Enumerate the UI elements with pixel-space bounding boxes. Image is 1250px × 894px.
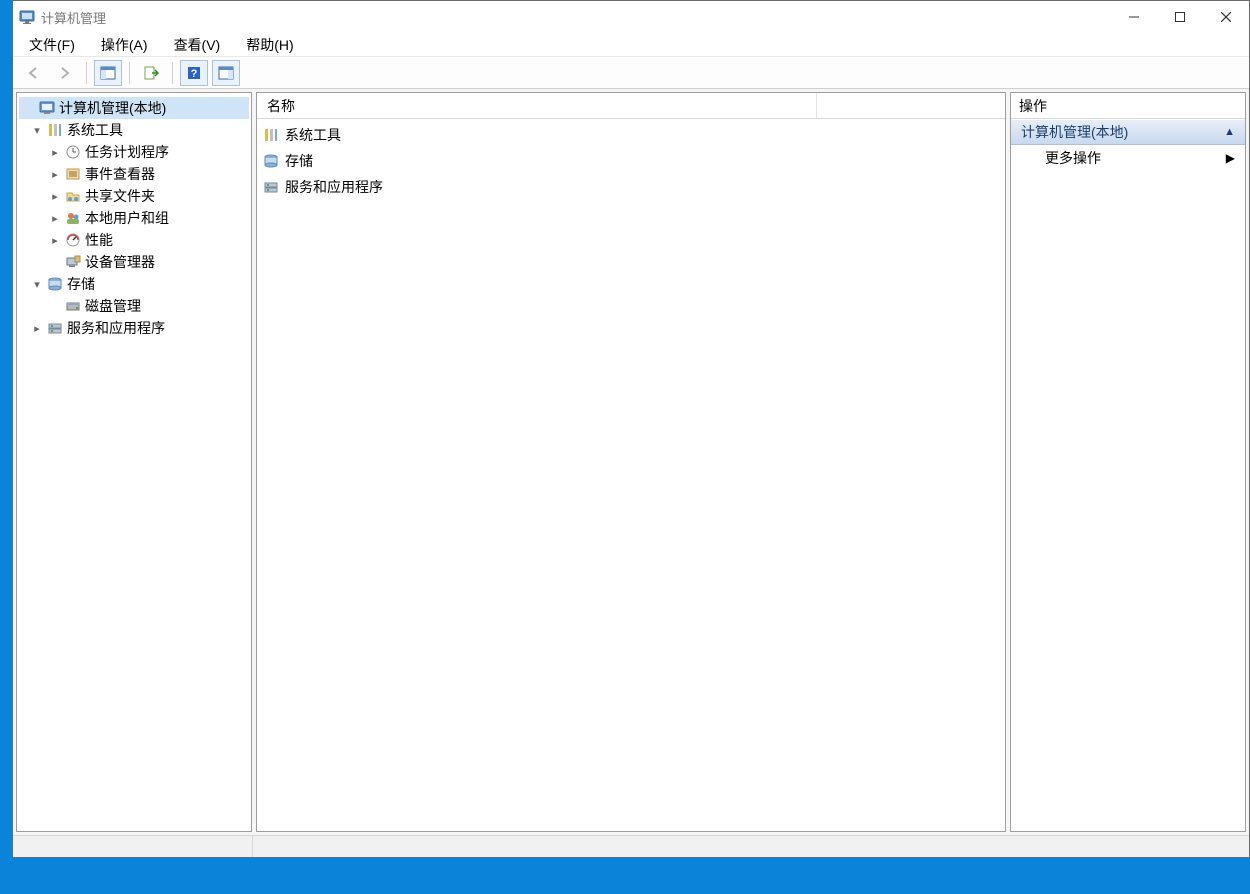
tree-node-label: 设备管理器 — [85, 252, 155, 272]
column-header-name[interactable]: 名称 — [257, 93, 817, 118]
chevron-right-icon[interactable]: ▸ — [49, 168, 61, 181]
window-title: 计算机管理 — [41, 8, 106, 27]
tree-node-root[interactable]: 计算机管理(本地) — [19, 97, 249, 119]
tree-node-label: 任务计划程序 — [85, 142, 169, 162]
chevron-right-icon[interactable]: ▸ — [49, 190, 61, 203]
tree-node-label: 服务和应用程序 — [67, 318, 165, 338]
menubar: 文件(F) 操作(A) 查看(V) 帮助(H) — [13, 33, 1249, 57]
system-tools-icon — [263, 127, 279, 143]
disk-management-icon — [65, 298, 81, 314]
services-apps-icon — [47, 320, 63, 336]
system-tools-icon — [47, 122, 63, 138]
storage-icon — [47, 276, 63, 292]
back-button[interactable] — [19, 60, 47, 86]
tree-node-label: 事件查看器 — [85, 164, 155, 184]
list-body[interactable]: 系统工具 存储 服务和应用程序 — [257, 119, 1005, 831]
desktop-left-edge: 费 … — [0, 0, 12, 894]
tree-node-label: 磁盘管理 — [85, 296, 141, 316]
list-item-system-tools[interactable]: 系统工具 — [261, 122, 1001, 148]
toolbar: ? — [13, 57, 1249, 89]
list-panel: 名称 系统工具 存储 — [256, 92, 1006, 832]
help-button[interactable]: ? — [180, 60, 208, 86]
list-item-label: 服务和应用程序 — [285, 177, 383, 197]
list-item-label: 存储 — [285, 151, 313, 171]
tree-node-services-apps[interactable]: ▸ 服务和应用程序 — [19, 317, 249, 339]
main-window: 计算机管理 文件(F) 操作(A) 查看(V) 帮助(H) — [12, 0, 1250, 858]
chevron-right-icon[interactable]: ▸ — [31, 322, 43, 335]
tree-node-system-tools[interactable]: ▾ 系统工具 — [19, 119, 249, 141]
minimize-button[interactable] — [1111, 2, 1157, 32]
chevron-down-icon[interactable]: ▾ — [31, 124, 43, 137]
navigation-tree[interactable]: 计算机管理(本地) ▾ 系统工具 ▸ 任务计划程序 — [17, 93, 251, 831]
tree-node-disk-management[interactable]: 磁盘管理 — [19, 295, 249, 317]
tree-panel: 计算机管理(本地) ▾ 系统工具 ▸ 任务计划程序 — [16, 92, 252, 832]
tree-node-label: 系统工具 — [67, 120, 123, 140]
menu-file[interactable]: 文件(F) — [21, 33, 83, 57]
toolbar-separator — [86, 62, 87, 84]
action-pane-header: 操作 — [1011, 93, 1245, 119]
event-viewer-icon — [65, 166, 81, 182]
tree-node-storage[interactable]: ▾ 存储 — [19, 273, 249, 295]
performance-icon — [65, 232, 81, 248]
maximize-button[interactable] — [1157, 2, 1203, 32]
list-item-label: 系统工具 — [285, 125, 341, 145]
chevron-right-icon[interactable]: ▸ — [49, 146, 61, 159]
storage-icon — [263, 153, 279, 169]
export-list-button[interactable] — [137, 60, 165, 86]
clock-icon — [65, 144, 81, 160]
titlebar[interactable]: 计算机管理 — [13, 1, 1249, 33]
menu-action[interactable]: 操作(A) — [93, 33, 156, 57]
toolbar-separator — [129, 62, 130, 84]
statusbar — [13, 835, 1249, 857]
chevron-down-icon[interactable]: ▾ — [31, 278, 43, 291]
tree-node-performance[interactable]: ▸ 性能 — [19, 229, 249, 251]
chevron-right-icon[interactable]: ▸ — [49, 234, 61, 247]
menu-help[interactable]: 帮助(H) — [238, 33, 301, 57]
action-panel: 操作 计算机管理(本地) ▲ 更多操作 ▶ — [1010, 92, 1246, 832]
collapse-icon[interactable]: ▲ — [1224, 126, 1235, 138]
computer-management-icon — [39, 100, 55, 116]
chevron-right-icon[interactable]: ▸ — [49, 212, 61, 225]
tree-node-event-viewer[interactable]: ▸ 事件查看器 — [19, 163, 249, 185]
app-icon — [19, 9, 35, 25]
list-header[interactable]: 名称 — [257, 93, 1005, 119]
svg-text:?: ? — [191, 68, 198, 80]
tree-node-label: 计算机管理(本地) — [59, 98, 166, 118]
tree-node-label: 本地用户和组 — [85, 208, 169, 228]
tree-node-local-users[interactable]: ▸ 本地用户和组 — [19, 207, 249, 229]
action-item-label: 更多操作 — [1045, 148, 1101, 168]
toolbar-separator — [172, 62, 173, 84]
close-button[interactable] — [1203, 2, 1249, 32]
services-apps-icon — [263, 179, 279, 195]
device-manager-icon — [65, 254, 81, 270]
show-hide-tree-button[interactable] — [94, 60, 122, 86]
status-segment — [253, 836, 1249, 857]
tree-node-device-manager[interactable]: 设备管理器 — [19, 251, 249, 273]
tree-node-label: 共享文件夹 — [85, 186, 155, 206]
list-item-storage[interactable]: 存储 — [261, 148, 1001, 174]
users-icon — [65, 210, 81, 226]
tree-node-shared-folders[interactable]: ▸ 共享文件夹 — [19, 185, 249, 207]
action-more[interactable]: 更多操作 ▶ — [1011, 145, 1245, 171]
shared-folders-icon — [65, 188, 81, 204]
tree-node-label: 存储 — [67, 274, 95, 294]
tree-node-task-scheduler[interactable]: ▸ 任务计划程序 — [19, 141, 249, 163]
action-section-header[interactable]: 计算机管理(本地) ▲ — [1011, 119, 1245, 145]
tree-node-label: 性能 — [85, 230, 113, 250]
client-area: 计算机管理(本地) ▾ 系统工具 ▸ 任务计划程序 — [13, 89, 1249, 835]
chevron-right-icon: ▶ — [1226, 151, 1235, 165]
forward-button[interactable] — [51, 60, 79, 86]
menu-view[interactable]: 查看(V) — [166, 33, 229, 57]
action-section-title: 计算机管理(本地) — [1021, 122, 1128, 142]
show-hide-action-pane-button[interactable] — [212, 60, 240, 86]
status-segment — [13, 836, 253, 857]
list-item-services-apps[interactable]: 服务和应用程序 — [261, 174, 1001, 200]
